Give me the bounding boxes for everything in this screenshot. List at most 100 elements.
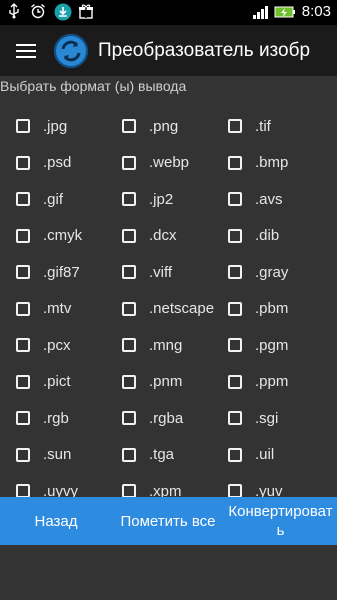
menu-icon[interactable]: [16, 43, 38, 59]
format-option[interactable]: .uil: [228, 437, 274, 474]
format-checkbox[interactable]: [122, 447, 136, 462]
format-option[interactable]: .gray: [228, 254, 288, 291]
format-option[interactable]: .sun: [16, 437, 71, 474]
format-checkbox[interactable]: [16, 119, 30, 134]
format-option[interactable]: .netscape: [122, 291, 214, 328]
download-icon: [54, 3, 72, 21]
format-option[interactable]: .tga: [122, 437, 174, 474]
format-label: .pgm: [255, 336, 289, 354]
status-bar: 8:03: [0, 0, 337, 25]
format-option[interactable]: .jp2: [122, 181, 173, 218]
format-checkbox[interactable]: [122, 301, 136, 316]
format-checkbox[interactable]: [228, 228, 242, 243]
format-checkbox[interactable]: [228, 155, 242, 170]
format-option[interactable]: .gif: [16, 181, 63, 218]
select-all-button[interactable]: Пометить все: [112, 497, 224, 545]
format-label: .bmp: [255, 154, 289, 172]
format-option[interactable]: .pbm: [228, 291, 288, 328]
format-checkbox[interactable]: [16, 301, 30, 316]
format-option[interactable]: .gif87: [16, 254, 80, 291]
format-label: .uil: [255, 446, 275, 464]
format-option[interactable]: .png: [122, 108, 178, 145]
format-checkbox[interactable]: [16, 447, 30, 462]
format-checkbox[interactable]: [122, 265, 136, 280]
format-option[interactable]: .psd: [16, 145, 71, 182]
format-checkbox[interactable]: [228, 411, 242, 426]
format-label: .tif: [255, 117, 271, 135]
format-checkbox[interactable]: [228, 119, 242, 134]
format-option[interactable]: .rgba: [122, 400, 183, 437]
format-option[interactable]: .mng: [122, 327, 182, 364]
format-row: .cmyk .dcx .dib: [0, 218, 337, 255]
format-label: .sun: [43, 446, 72, 464]
format-option[interactable]: .tif: [228, 108, 271, 145]
format-checkbox[interactable]: [122, 338, 136, 353]
convert-button[interactable]: Конвертировать: [224, 497, 337, 545]
format-label: .ppm: [255, 373, 289, 391]
format-option[interactable]: .dcx: [122, 218, 177, 255]
status-time: 8:03: [301, 3, 331, 20]
format-checkbox[interactable]: [122, 155, 136, 170]
format-checkbox[interactable]: [228, 447, 242, 462]
format-option[interactable]: .bmp: [228, 145, 288, 182]
format-label: .netscape: [149, 300, 215, 318]
usb-icon: [6, 3, 22, 19]
format-checkbox[interactable]: [122, 119, 136, 134]
format-option[interactable]: .pcx: [16, 327, 71, 364]
format-option[interactable]: .pict: [16, 364, 71, 401]
format-grid: .jpg .png .tif .psd .webp .bmp .gif .jp2 .avs .cm…: [0, 108, 337, 510]
format-checkbox[interactable]: [228, 192, 242, 207]
format-label: .mtv: [43, 300, 72, 318]
format-checkbox[interactable]: [228, 374, 242, 389]
format-row: .pcx .mng .pgm: [0, 327, 337, 364]
app-title: Преобразователь изобр: [98, 39, 311, 61]
format-label: .cmyk: [43, 227, 83, 245]
format-checkbox[interactable]: [16, 192, 30, 207]
format-row: .sun .tga .uil: [0, 437, 337, 474]
format-option[interactable]: .ppm: [228, 364, 288, 401]
format-checkbox[interactable]: [16, 338, 30, 353]
format-label: .rgba: [149, 409, 184, 427]
format-checkbox[interactable]: [122, 228, 136, 243]
format-checkbox[interactable]: [228, 265, 242, 280]
format-label: .gray: [255, 263, 289, 281]
format-option[interactable]: .mtv: [16, 291, 71, 328]
bottom-action-bar: Назад Пометить все Конвертировать: [0, 497, 337, 545]
format-row: .jpg .png .tif: [0, 108, 337, 145]
format-checkbox[interactable]: [16, 228, 30, 243]
format-option[interactable]: .jpg: [16, 108, 67, 145]
format-row: .gif87 .viff .gray: [0, 254, 337, 291]
format-checkbox[interactable]: [16, 265, 30, 280]
format-label: .pnm: [149, 373, 183, 391]
format-checkbox[interactable]: [228, 301, 242, 316]
format-checkbox[interactable]: [228, 338, 242, 353]
back-button[interactable]: Назад: [0, 497, 112, 545]
format-row: .psd .webp .bmp: [0, 145, 337, 182]
format-option[interactable]: .cmyk: [16, 218, 82, 255]
gift-icon: [78, 3, 94, 19]
alarm-icon: [30, 3, 46, 19]
format-checkbox[interactable]: [122, 192, 136, 207]
format-checkbox[interactable]: [122, 374, 136, 389]
format-option[interactable]: .sgi: [228, 400, 278, 437]
format-option[interactable]: .viff: [122, 254, 172, 291]
app-bar: Преобразователь изобр: [0, 25, 337, 76]
section-title: Выбрать формат (ы) вывода: [0, 78, 187, 94]
format-option[interactable]: .avs: [228, 181, 283, 218]
format-row: .gif .jp2 .avs: [0, 181, 337, 218]
format-checkbox[interactable]: [16, 411, 30, 426]
format-option[interactable]: .webp: [122, 145, 189, 182]
format-option[interactable]: .pnm: [122, 364, 182, 401]
format-checkbox[interactable]: [16, 374, 30, 389]
format-option[interactable]: .dib: [228, 218, 279, 255]
format-option[interactable]: .rgb: [16, 400, 69, 437]
format-label: .sgi: [255, 409, 279, 427]
format-label: .jp2: [149, 190, 174, 208]
format-checkbox[interactable]: [122, 411, 136, 426]
format-checkbox[interactable]: [16, 155, 30, 170]
format-row: .rgb .rgba .sgi: [0, 400, 337, 437]
format-label: .pict: [43, 373, 71, 391]
format-label: .psd: [43, 154, 72, 172]
format-option[interactable]: .pgm: [228, 327, 288, 364]
format-label: .webp: [149, 154, 190, 172]
